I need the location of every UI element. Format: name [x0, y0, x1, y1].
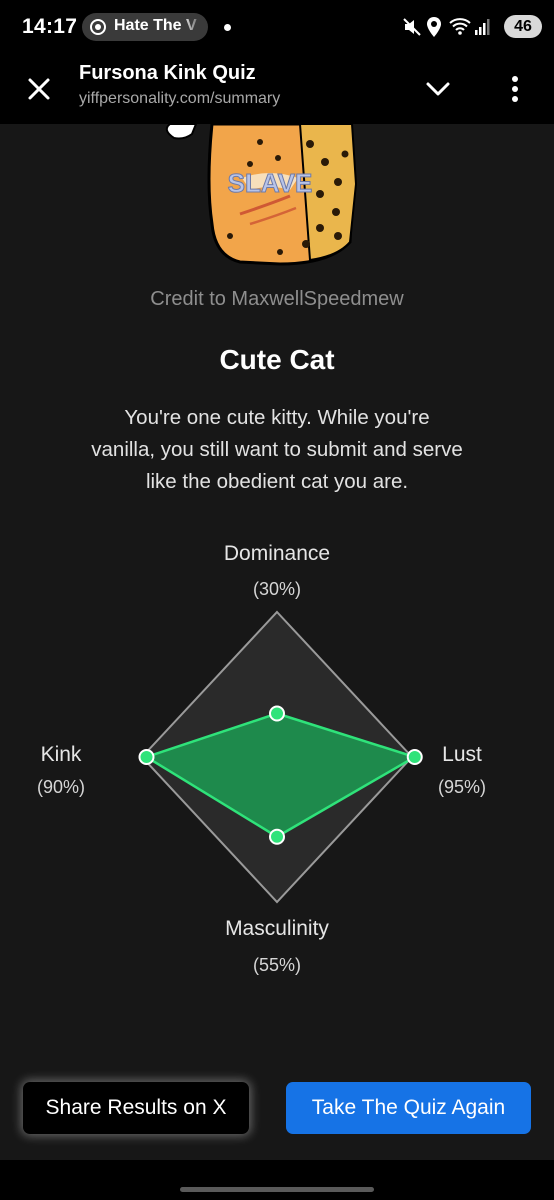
status-bar: 14:17 Hate The V 46	[0, 0, 554, 54]
image-caption: SLAVE	[228, 168, 313, 198]
axis-value-masculinity: (55%)	[252, 955, 301, 975]
bottom-nav-area	[0, 1160, 554, 1200]
axis-label-masculinity: Masculinity	[225, 917, 329, 940]
wifi-icon	[449, 18, 471, 35]
signal-icon	[475, 19, 490, 35]
clock: 14:17	[22, 15, 78, 38]
browser-toolbar: Fursona Kink Quiz yiffpersonality.com/su…	[0, 54, 554, 124]
close-button[interactable]	[22, 72, 56, 106]
close-icon	[28, 78, 50, 100]
expand-button[interactable]	[421, 74, 455, 104]
gesture-handle[interactable]	[180, 1187, 374, 1192]
more-options-button[interactable]	[504, 70, 526, 108]
axis-label-kink: Kink	[40, 743, 82, 766]
axis-label-dominance: Dominance	[223, 542, 331, 565]
media-title: Hate The V	[114, 17, 197, 34]
battery-indicator: 46	[504, 15, 542, 38]
media-notification-pill[interactable]: Hate The V	[82, 13, 208, 41]
retake-quiz-button[interactable]: Take The Quiz Again	[286, 1082, 531, 1134]
page-title: Fursona Kink Quiz	[79, 62, 256, 84]
axis-value-dominance: (30%)	[252, 579, 301, 599]
radar-point-dominance	[269, 705, 285, 722]
mute-icon	[403, 18, 421, 36]
share-results-button[interactable]: Share Results on X	[23, 1082, 249, 1134]
result-title: Cute Cat	[219, 344, 335, 375]
page-url[interactable]: yiffpersonality.com/summary	[79, 90, 280, 108]
notification-dot-icon	[224, 24, 231, 31]
radar-point-masculinity	[269, 828, 285, 845]
radar-point-kink	[138, 749, 155, 765]
location-icon	[427, 17, 441, 37]
chevron-down-icon	[426, 82, 450, 96]
image-credit: Credit to MaxwellSpeedmew	[150, 288, 404, 310]
radar-chart: Dominance (30%) Lust (95%) Masculinity (…	[0, 530, 554, 990]
axis-value-lust: (95%)	[437, 777, 486, 797]
result-character-image: SLAVE	[165, 124, 358, 266]
result-description: You're one cute kitty. While you're vani…	[91, 406, 463, 493]
axis-label-lust: Lust	[442, 743, 482, 766]
more-vertical-icon	[512, 76, 518, 102]
axis-value-kink: (90%)	[36, 777, 85, 797]
music-disc-icon	[90, 19, 106, 35]
